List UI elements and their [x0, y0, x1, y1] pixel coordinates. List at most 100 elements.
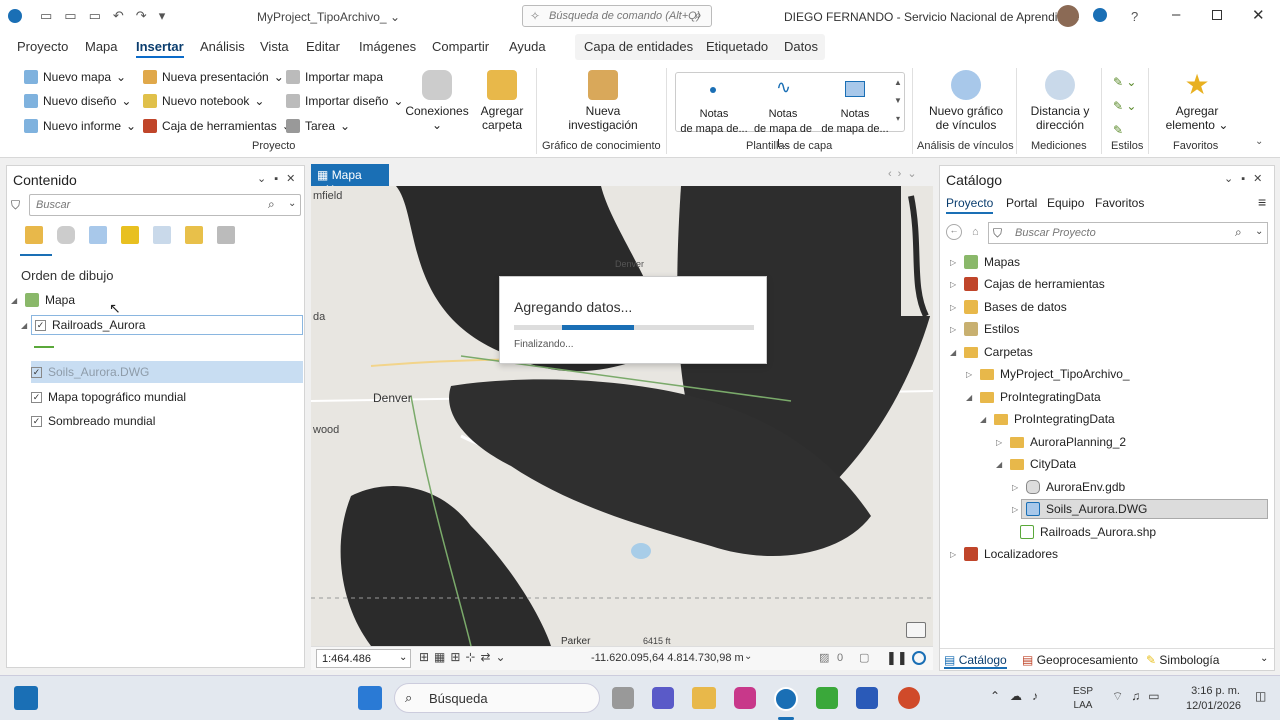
tab-analisis[interactable]: Análisis: [200, 39, 245, 54]
layer-railroads[interactable]: ◢ ✓ Railroads_Aurora: [21, 318, 145, 332]
keyboard-language[interactable]: ESP LAA: [1073, 685, 1093, 713]
notas-3-button[interactable]: Notas de mapa de...: [820, 78, 890, 136]
user-name[interactable]: DIEGO FERNANDO - Servicio Nacional de Ap…: [784, 10, 1079, 24]
redo-icon[interactable]: ↷: [136, 8, 147, 24]
nuevo-notebook-button[interactable]: Nuevo notebook ⌄: [143, 94, 264, 108]
help-icon[interactable]: ?: [1131, 9, 1138, 24]
powerpoint-icon[interactable]: [898, 687, 920, 709]
command-search-box[interactable]: ✧ Búsqueda de comando (Alt+Q) ⌕: [522, 5, 712, 27]
catalog-tab-equipo[interactable]: Equipo: [1047, 196, 1084, 210]
tab-capa-entidades[interactable]: Capa de entidades: [584, 39, 693, 54]
tab-insertar[interactable]: Insertar: [136, 39, 184, 58]
visibility-checkbox[interactable]: ✓: [31, 391, 42, 403]
catalog-tab-proyecto[interactable]: Proyecto: [946, 196, 994, 214]
agregar-elemento-button[interactable]: ★ Agregar elemento ⌄: [1160, 70, 1234, 133]
clock[interactable]: 3:16 p. m. 12/01/2026: [1186, 684, 1241, 714]
bottom-tab-geoprocesamiento[interactable]: ▤ Geoprocesamiento: [1022, 653, 1138, 667]
catalog-item-cajas[interactable]: ▷ Cajas de herramientas: [950, 277, 1105, 291]
charts-icon[interactable]: [217, 226, 235, 244]
visibility-checkbox[interactable]: ✓: [35, 319, 46, 331]
menu-icon[interactable]: ≡: [1258, 194, 1266, 210]
nuevo-informe-button[interactable]: Nuevo informe ⌄: [24, 119, 136, 133]
pane-options-icons[interactable]: ⌄▪✕: [1224, 172, 1270, 185]
system-status-icons[interactable]: ⌔♫▭: [1112, 689, 1168, 704]
filter-icon[interactable]: ⛉: [11, 198, 20, 213]
gallery-scroll[interactable]: ▲ ▼ ▾: [892, 74, 904, 130]
arcgis-pro-taskbar-icon[interactable]: [774, 687, 798, 711]
nuevo-diseno-button[interactable]: Nuevo diseño ⌄: [24, 94, 131, 108]
notas-1-button[interactable]: Notas de mapa de...: [680, 78, 748, 136]
map-view-tab[interactable]: ▦ Mapa ✕: [311, 164, 389, 196]
data-source-icon[interactable]: [57, 226, 75, 244]
contents-search-input[interactable]: Buscar ⌕ ⌄: [29, 194, 301, 216]
open-icon[interactable]: ▭: [64, 8, 76, 24]
project-name[interactable]: MyProject_TipoArchivo_ ⌄: [257, 10, 400, 24]
tab-vista[interactable]: Vista: [260, 39, 289, 54]
drawing-order-icon[interactable]: [25, 226, 43, 244]
selected-features-icon[interactable]: ▨: [819, 651, 829, 664]
ribbon-collapse-icon[interactable]: ⌄: [1255, 136, 1263, 147]
home-icon[interactable]: ⌂: [972, 226, 979, 238]
map-expand-icon[interactable]: [906, 622, 926, 638]
start-button[interactable]: [358, 686, 382, 710]
catalog-item-myproject[interactable]: ▷ MyProject_TipoArchivo_: [966, 367, 1130, 381]
new-project-icon[interactable]: ▭: [40, 8, 52, 24]
pane-options-icons[interactable]: ⌄▪✕: [257, 172, 303, 185]
tab-mapa[interactable]: Mapa: [85, 39, 118, 54]
style-2-icon[interactable]: ✎ ⌄: [1113, 94, 1136, 118]
tab-ayuda[interactable]: Ayuda: [509, 39, 546, 54]
nuevo-grafico-vinculos-button[interactable]: Nuevo gráfico de vínculos: [922, 70, 1010, 132]
maximize-button[interactable]: [1212, 10, 1222, 20]
m365-icon[interactable]: [734, 687, 756, 709]
snapping-icon[interactable]: [153, 226, 171, 244]
avatar[interactable]: [1057, 5, 1079, 27]
minimize-button[interactable]: –: [1172, 6, 1180, 23]
tab-compartir[interactable]: Compartir: [432, 39, 489, 54]
nuevo-mapa-button[interactable]: Nuevo mapa ⌄: [24, 70, 126, 84]
catalog-item-auroraplanning[interactable]: ▷ AuroraPlanning_2: [996, 435, 1126, 449]
tab-etiquetado[interactable]: Etiquetado: [706, 39, 768, 54]
nueva-investigacion-button[interactable]: Nueva investigación: [563, 70, 643, 132]
catalog-item-bases[interactable]: ▷ Bases de datos: [950, 300, 1067, 314]
file-explorer-icon[interactable]: [692, 687, 716, 709]
tab-datos[interactable]: Datos: [784, 39, 818, 54]
map-canvas[interactable]: mfield da Denver wood Parker Denver 6415…: [311, 186, 933, 646]
visibility-checkbox[interactable]: ✓: [31, 415, 42, 427]
widgets-icon[interactable]: [14, 686, 38, 710]
green-app-icon[interactable]: [816, 687, 838, 709]
layer-sombreado[interactable]: ✓ Sombreado mundial: [31, 414, 155, 428]
catalog-item-soils[interactable]: ▷ Soils_Aurora.DWG: [1012, 502, 1147, 516]
importar-diseno-button[interactable]: Importar diseño ⌄: [286, 94, 403, 108]
selection-icon[interactable]: [89, 226, 107, 244]
catalog-item-railroads[interactable]: Railroads_Aurora.shp: [1020, 525, 1156, 539]
close-button[interactable]: ✕: [1252, 6, 1265, 24]
visibility-checkbox[interactable]: ✓: [31, 366, 42, 378]
catalog-item-estilos[interactable]: ▷ Estilos: [950, 322, 1019, 336]
style-1-icon[interactable]: ✎ ⌄: [1113, 70, 1136, 94]
layer-topografico[interactable]: ✓ Mapa topográfico mundial: [31, 390, 186, 404]
layer-soils[interactable]: ✓ Soils_Aurora.DWG: [31, 365, 149, 379]
tab-proyecto[interactable]: Proyecto: [17, 39, 68, 54]
bottom-tab-catalogo[interactable]: ▤ Catálogo: [944, 653, 1007, 669]
teams-icon[interactable]: [652, 687, 674, 709]
catalog-item-carpetas[interactable]: ◢ Carpetas: [950, 345, 1033, 359]
taskbar-search[interactable]: ⌕ Búsqueda: [394, 683, 600, 713]
refresh-icon[interactable]: ▢: [859, 651, 869, 664]
caja-herramientas-button[interactable]: Caja de herramientas ⌄: [143, 119, 292, 133]
catalog-item-prointegrating-sub[interactable]: ◢ ProIntegratingData: [980, 412, 1115, 426]
catalog-item-localizadores[interactable]: ▷ Localizadores: [950, 547, 1058, 561]
catalog-item-prointegrating[interactable]: ◢ ProIntegratingData: [966, 390, 1101, 404]
style-3-icon[interactable]: ✎: [1113, 118, 1136, 142]
chevron-down-icon[interactable]: ⌄: [1260, 653, 1268, 664]
back-button[interactable]: ←: [946, 224, 962, 240]
customize-icon[interactable]: ▾: [159, 8, 166, 24]
conexiones-button[interactable]: Conexiones ⌄: [404, 70, 470, 132]
notifications-icon[interactable]: ◫: [1255, 689, 1266, 703]
importar-mapa-button[interactable]: Importar mapa: [286, 70, 383, 84]
editing-icon[interactable]: [121, 226, 139, 244]
labeling-icon[interactable]: [185, 226, 203, 244]
agregar-carpeta-button[interactable]: Agregar carpeta: [472, 70, 532, 132]
save-icon[interactable]: ▭: [89, 8, 101, 24]
tab-editar[interactable]: Editar: [306, 39, 340, 54]
filter-icon[interactable]: ⛉: [993, 226, 1002, 241]
